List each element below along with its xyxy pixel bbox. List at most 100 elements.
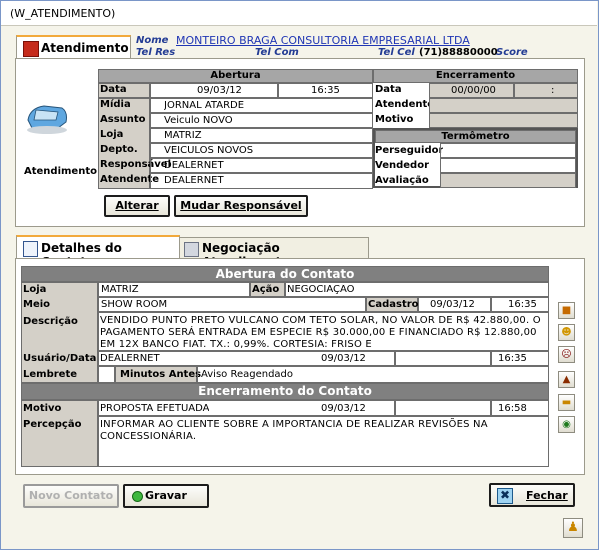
- contato-motivo-field[interactable]: PROPOSTA EFETUADA 09/03/12: [98, 400, 395, 416]
- title-bar: (W_ATENDIMENTO): [1, 1, 597, 26]
- acao-field[interactable]: NEGOCIAÇÃO: [285, 282, 549, 297]
- avaliacao-label: Avaliação: [375, 175, 429, 186]
- avaliacao-field[interactable]: [440, 173, 576, 188]
- perseguidor-field[interactable]: [440, 143, 576, 158]
- usuario-value: DEALERNET: [100, 353, 160, 364]
- midia-label: Mídia: [100, 99, 131, 110]
- aviso-field[interactable]: Aviso Reagendado: [197, 366, 549, 383]
- enc-hora-value: :: [551, 85, 555, 96]
- nome-label: Nome: [136, 35, 169, 46]
- contato-motivo-date: 09/03/12: [321, 403, 366, 414]
- window-title: (W_ATENDIMENTO): [10, 7, 116, 20]
- descricao-label: Descrição: [23, 316, 78, 327]
- gravar-icon: [132, 491, 143, 502]
- contato-motivo-time: 16:58: [498, 403, 527, 414]
- enc-data-field[interactable]: 00/00/00: [429, 83, 514, 98]
- assunto-field[interactable]: Veiculo NOVO: [150, 113, 373, 128]
- bug-icon[interactable]: ◉: [558, 416, 575, 433]
- depto-field[interactable]: VEICULOS NOVOS: [150, 143, 373, 158]
- depto-label: Depto.: [100, 144, 138, 155]
- contato-grid: Abertura do Contato Loja MATRIZ Ação NEG…: [21, 266, 549, 467]
- contato-motivo-label: Motivo: [23, 403, 62, 414]
- loja-label: Loja: [100, 129, 124, 140]
- midia-value: JORNAL ATARDE: [164, 100, 245, 111]
- termometro-header: Termômetro: [375, 130, 576, 143]
- encerramento-contato-header: Encerramento do Contato: [21, 383, 549, 400]
- contato-loja-field[interactable]: MATRIZ: [98, 282, 250, 297]
- cadastro-label: Cadastro: [368, 299, 419, 310]
- enc-motivo-label: Motivo: [375, 114, 414, 125]
- enc-motivo-field[interactable]: [429, 113, 578, 128]
- novo-contato-button[interactable]: Novo Contato: [23, 484, 119, 508]
- header-info: Nome MONTEIRO BRAGA CONSULTORIA EMPRESAR…: [136, 34, 580, 60]
- cadastro-time: 16:35: [508, 299, 537, 310]
- midia-field[interactable]: JORNAL ATARDE: [150, 98, 373, 113]
- abertura-data-value: 09/03/12: [197, 85, 242, 96]
- telcel-value: (71)88880000: [419, 47, 498, 58]
- meio-field[interactable]: SHOW ROOM: [98, 297, 366, 312]
- atendente-field[interactable]: DEALERNET: [150, 173, 373, 189]
- score-label: Score: [496, 47, 528, 58]
- percepcao-value: INFORMAR AO CLIENTE SOBRE A IMPORTANCIA …: [100, 419, 488, 442]
- cadastro-date-field[interactable]: 09/03/12: [418, 297, 491, 312]
- tab-atendimento-label: Atendimento: [41, 41, 129, 55]
- descricao-field[interactable]: VENDIDO PUNTO PRETO VULCANO COM TETO SOL…: [98, 312, 549, 351]
- meio-label: Meio: [23, 299, 51, 310]
- minutos-label: Minutos Antes: [120, 369, 202, 380]
- fechar-label: Fechar: [526, 489, 568, 502]
- mudar-responsavel-button[interactable]: Mudar Responsável: [174, 195, 308, 217]
- gravar-button[interactable]: Gravar: [123, 484, 209, 508]
- usuario-time-field[interactable]: 16:35: [491, 351, 549, 366]
- alterar-button[interactable]: Alterar: [104, 195, 170, 217]
- contato-loja-label: Loja: [23, 284, 47, 295]
- atendimento-icon-label: Atendimento: [24, 166, 97, 177]
- lembrete-field[interactable]: [98, 366, 115, 383]
- contato-motivo-time-field[interactable]: 16:58: [491, 400, 549, 416]
- cadastro-time-field[interactable]: 16:35: [491, 297, 549, 312]
- contato-motivo-value: PROPOSTA EFETUADA: [100, 403, 210, 414]
- folder-icon[interactable]: ▬: [558, 394, 575, 411]
- smiley-icon[interactable]: ☻: [558, 324, 575, 341]
- abertura-hora-field[interactable]: 16:35: [278, 83, 373, 98]
- negociacao-tab-icon: [184, 242, 199, 257]
- enc-atendente-label: Atendente: [375, 99, 435, 110]
- encerramento-grid: Encerramento Data 00/00/00 : Atendente M…: [373, 69, 578, 189]
- user-icon[interactable]: ♟: [563, 518, 583, 538]
- enc-atendente-field[interactable]: [429, 98, 578, 113]
- enc-data-label: Data: [375, 84, 402, 95]
- fechar-button[interactable]: ✖ Fechar: [489, 483, 575, 507]
- lembrete-label: Lembrete: [23, 369, 78, 380]
- responsavel-value: DEALERNET: [164, 160, 224, 171]
- telcom-label: Tel Com: [255, 47, 299, 58]
- depto-value: VEICULOS NOVOS: [164, 145, 254, 156]
- loja-field[interactable]: MATRIZ: [150, 128, 373, 143]
- enc-hora-field[interactable]: :: [514, 83, 578, 98]
- usuario-label: Usuário/Data: [23, 353, 97, 364]
- meio-value: SHOW ROOM: [101, 299, 168, 310]
- usuario-date: 09/03/12: [321, 353, 366, 364]
- tab-atendimento[interactable]: Atendimento: [16, 35, 131, 60]
- abertura-data-field[interactable]: 09/03/12: [150, 83, 278, 98]
- abertura-hora-value: 16:35: [311, 85, 340, 96]
- telcel-label: Tel Cel: [378, 47, 415, 58]
- usuario-field[interactable]: DEALERNET 09/03/12: [98, 351, 395, 366]
- loja-value: MATRIZ: [164, 130, 202, 141]
- usuario-time: 16:35: [498, 353, 527, 364]
- fechar-icon: ✖: [497, 488, 513, 504]
- note-icon[interactable]: ■: [558, 302, 575, 319]
- responsavel-field[interactable]: DEALERNET: [150, 158, 373, 173]
- assunto-value: Veiculo NOVO: [164, 115, 233, 126]
- nome-link[interactable]: MONTEIRO BRAGA CONSULTORIA EMPRESARIAL L…: [176, 34, 470, 47]
- vendedor-field[interactable]: [440, 158, 576, 173]
- car-icon[interactable]: ▲: [558, 371, 575, 388]
- assunto-label: Assunto: [100, 114, 146, 125]
- percepcao-field[interactable]: INFORMAR AO CLIENTE SOBRE A IMPORTANCIA …: [98, 416, 549, 467]
- telres-label: Tel Res: [136, 47, 176, 58]
- gravar-label: Gravar: [145, 489, 187, 502]
- face-icon[interactable]: ☹: [558, 346, 575, 363]
- contato-loja-value: MATRIZ: [101, 284, 139, 295]
- abertura-data-label: Data: [100, 84, 127, 95]
- enc-data-value: 00/00/00: [451, 85, 496, 96]
- atendimento-tab-icon: [23, 41, 39, 57]
- tab-negociacao[interactable]: Negociação Atendimento: [179, 237, 369, 269]
